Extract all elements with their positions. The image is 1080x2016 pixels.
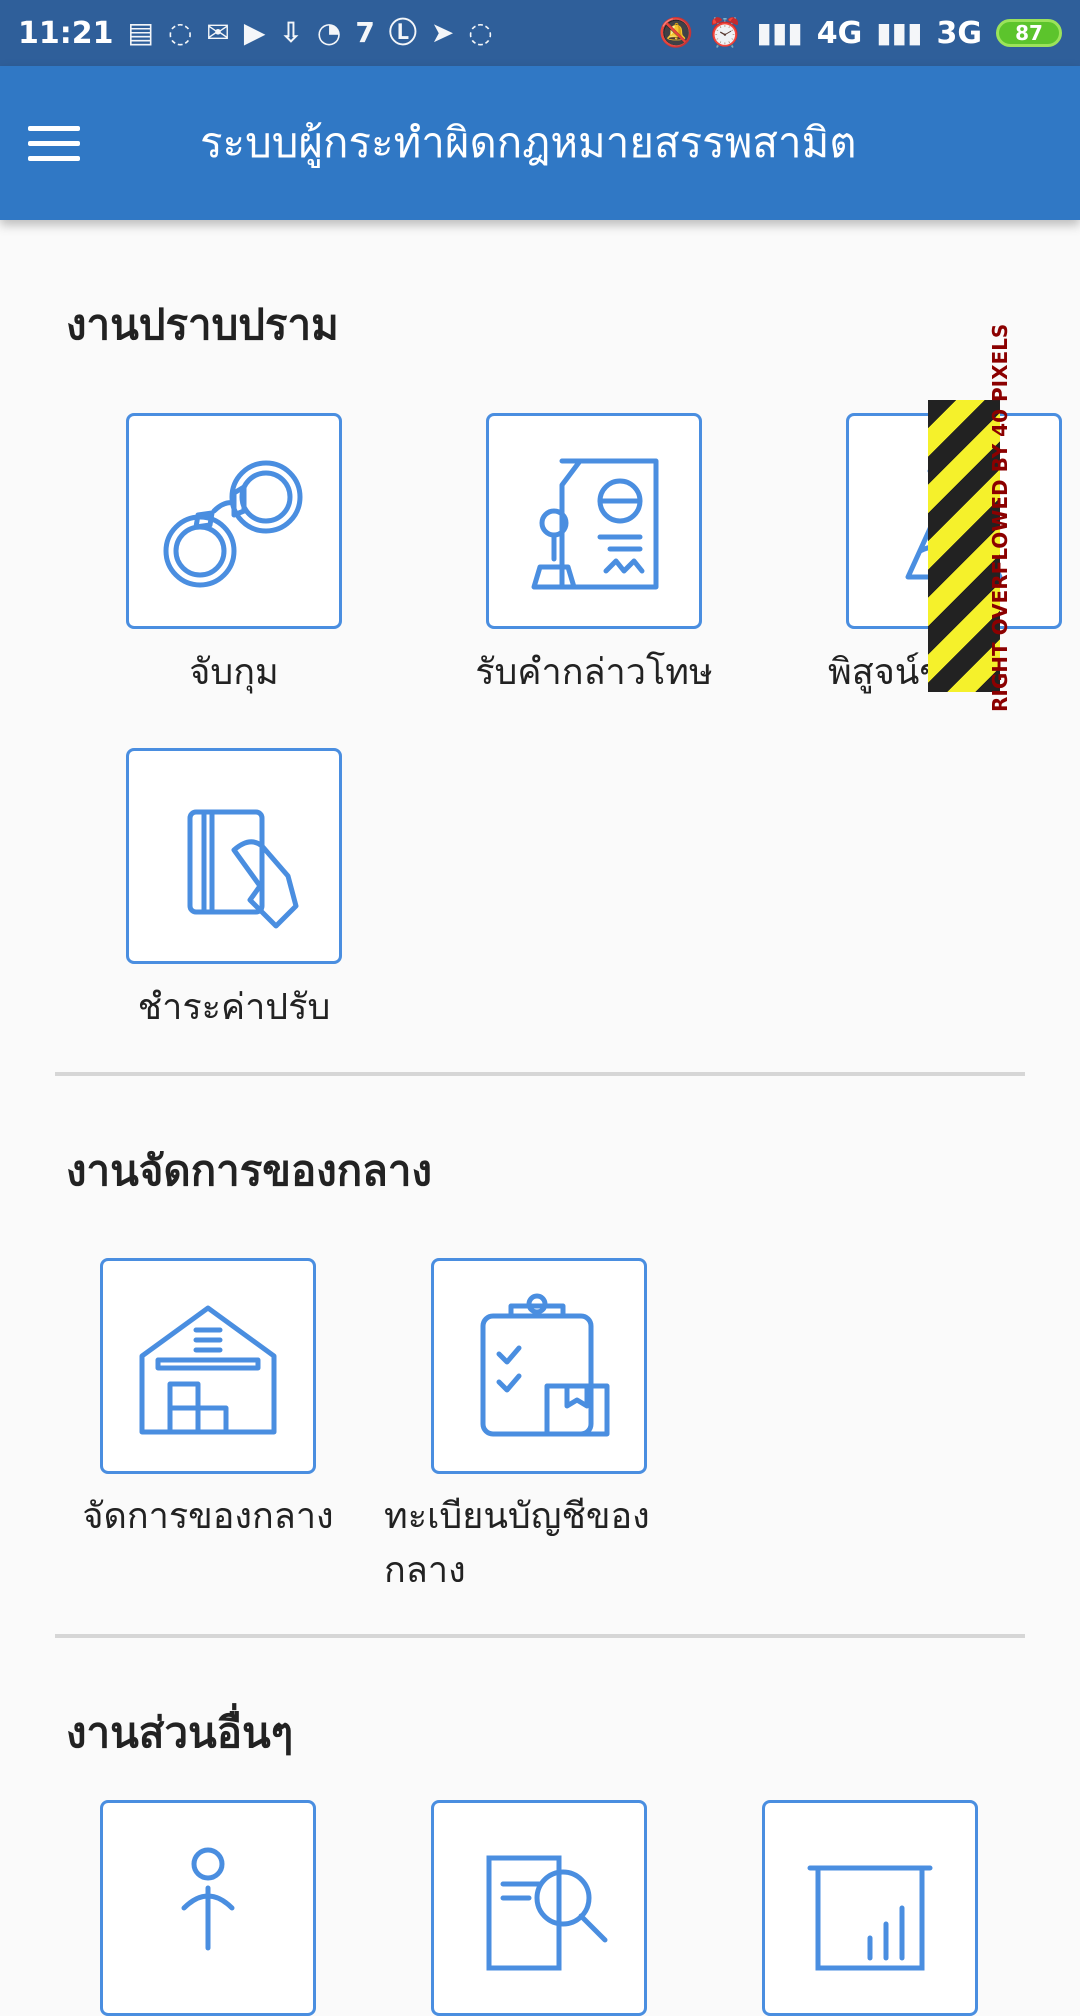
handcuffs-icon (163, 460, 303, 588)
label-complaint: รับคำกล่าวโทษ (475, 652, 713, 693)
label-arrest: จับกุม (189, 652, 279, 693)
status-right: 🔕 ⏰ ▮▮▮ 4G ▮▮▮ 3G 87 (659, 16, 1062, 51)
seven-eleven-icon: 7 (355, 16, 375, 49)
document-stamp-icon (531, 458, 659, 590)
section-title-other-work: งานส่วนอื่นๆ (66, 1708, 294, 1757)
youtube-icon: ▶ (243, 16, 266, 49)
mail-icon: ✉ (206, 16, 230, 49)
document-search-icon (486, 1855, 608, 1971)
signal-icon: ▮▮▮ (756, 16, 803, 49)
tile-arrest[interactable] (126, 413, 342, 629)
signal-icon: ▮▮▮ (876, 16, 923, 49)
tile-other-report[interactable] (762, 1800, 978, 2016)
battery-level: 87 (1015, 21, 1043, 45)
menu-line (28, 140, 80, 146)
circle-icon: ◌ (468, 16, 493, 49)
status-bar: 11:21 ▤ ◌ ✉ ▶ ⇩ ◔ 7 Ⓛ ➤ ◌ 🔕 ⏰ ▮▮▮ 4G ▮▮▮… (0, 0, 1080, 66)
mute-icon: 🔕 (658, 16, 694, 49)
person-icon (181, 1847, 235, 1951)
network-4g: 4G (816, 15, 863, 51)
video-icon: ▤ (127, 16, 154, 49)
status-left: 11:21 ▤ ◌ ✉ ▶ ⇩ ◔ 7 Ⓛ ➤ ◌ (18, 16, 493, 51)
network-3g: 3G (936, 15, 983, 51)
label-manage-evidence: จัดการของกลาง (82, 1496, 334, 1537)
warehouse-icon (139, 1305, 277, 1435)
tile-other-search[interactable] (431, 1800, 647, 2016)
tile-manage-evidence[interactable] (100, 1258, 316, 1474)
status-time: 11:21 (18, 15, 114, 51)
section-divider (55, 1072, 1025, 1076)
alarm-icon: ⏰ (707, 16, 743, 49)
download-icon: ⇩ (279, 16, 303, 49)
presentation-chart-icon (807, 1865, 933, 1971)
menu-line (28, 155, 80, 161)
circle-icon: ◌ (167, 16, 193, 49)
app-bar: ระบบผู้กระทำผิดกฎหมายสรรพสามิต (0, 66, 1080, 220)
tile-evidence-registry[interactable] (431, 1258, 647, 1474)
label-evidence-registry: ทะเบียนบัญชีของกลาง (384, 1496, 650, 1591)
messenger-icon: ◔ (316, 16, 342, 49)
clipboard-box-icon (480, 1293, 610, 1437)
section-divider (55, 1634, 1025, 1638)
hamburger-menu-icon[interactable] (28, 93, 128, 193)
overflow-warning-text: RIGHT OVERFLOWED BY 40 PIXELS (988, 323, 1012, 712)
section-title-suppression: งานปราบปราม (66, 300, 339, 349)
battery-icon: 87 (996, 19, 1062, 47)
section-title-evidence-management: งานจัดการของกลาง (66, 1146, 432, 1195)
lazada-icon: Ⓛ (388, 16, 417, 49)
menu-line (28, 125, 80, 131)
tile-fine-payment[interactable] (126, 748, 342, 964)
app-title: ระบบผู้กระทำผิดกฎหมายสรรพสามิต (200, 118, 857, 167)
label-fine-payment: ชำระค่าปรับ (137, 987, 331, 1028)
tile-other-person[interactable] (100, 1800, 316, 2016)
twitter-icon: ➤ (430, 16, 455, 49)
tile-complaint[interactable] (486, 413, 702, 629)
card-payment-icon (187, 809, 299, 929)
